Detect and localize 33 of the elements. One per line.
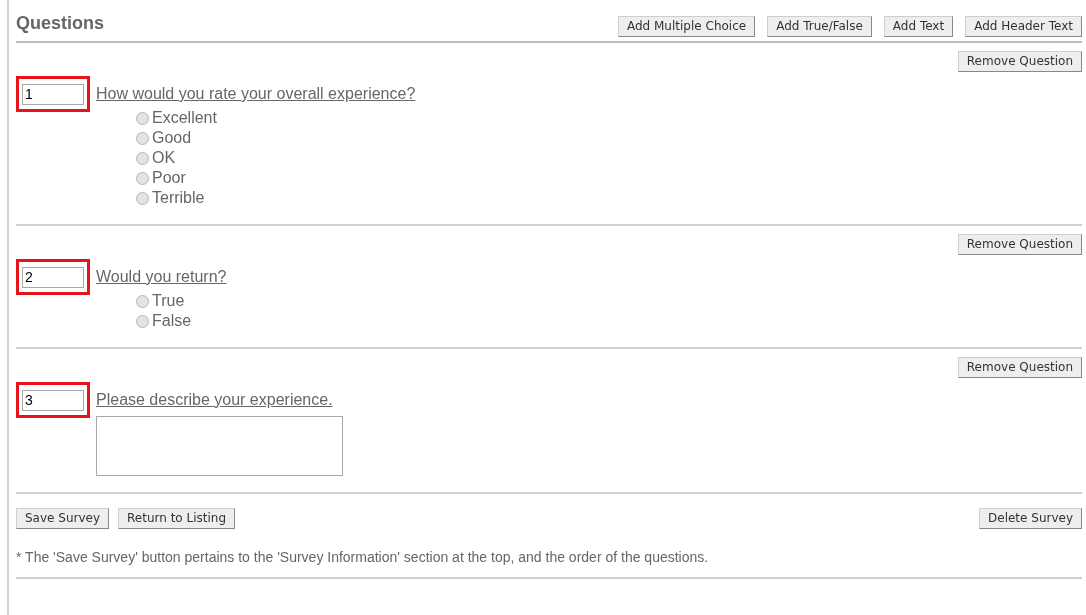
footnote: * The 'Save Survey' button pertains to the 'Survey Information' section at the top, and the order of the questions. bbox=[16, 549, 709, 565]
radio-button[interactable] bbox=[136, 111, 149, 125]
option-label: Excellent bbox=[152, 108, 217, 128]
option-label: False bbox=[152, 311, 192, 331]
add-question-button[interactable]: Add Header Text bbox=[965, 16, 1082, 37]
option-label: Poor bbox=[152, 168, 186, 188]
answer-box[interactable] bbox=[96, 416, 343, 476]
option-label: Terrible bbox=[152, 188, 205, 208]
survey-action-button[interactable]: Return to Listing bbox=[118, 508, 236, 529]
order-field[interactable]: 1 bbox=[22, 84, 84, 105]
section-title: Questions bbox=[16, 12, 104, 35]
radio-button[interactable] bbox=[136, 131, 149, 145]
order-field[interactable]: 2 bbox=[22, 267, 84, 288]
radio-button[interactable] bbox=[136, 294, 149, 308]
option-label: True bbox=[152, 291, 185, 311]
question-text[interactable]: How would you rate your overall experience? bbox=[96, 85, 416, 102]
remove-question-button[interactable]: Remove Question bbox=[957, 51, 1082, 72]
radio-button[interactable] bbox=[136, 151, 149, 165]
question-text[interactable]: Please describe your experience. bbox=[96, 391, 333, 408]
add-question-button[interactable]: Add True/False bbox=[767, 16, 872, 37]
option-label: OK bbox=[152, 148, 176, 168]
survey-action-button[interactable]: Save Survey bbox=[16, 508, 109, 529]
radio-button[interactable] bbox=[136, 314, 149, 328]
remove-question-button[interactable]: Remove Question bbox=[957, 357, 1082, 378]
remove-question-button[interactable]: Remove Question bbox=[957, 234, 1082, 255]
add-question-button[interactable]: Add Text bbox=[883, 16, 954, 37]
option-label: Good bbox=[152, 128, 192, 148]
order-field[interactable]: 3 bbox=[22, 390, 84, 411]
delete-survey-button[interactable]: Delete Survey bbox=[979, 508, 1082, 529]
radio-button[interactable] bbox=[136, 171, 149, 185]
question-text[interactable]: Would you return? bbox=[96, 268, 227, 285]
radio-button[interactable] bbox=[136, 191, 149, 205]
add-question-button[interactable]: Add Multiple Choice bbox=[617, 16, 756, 37]
